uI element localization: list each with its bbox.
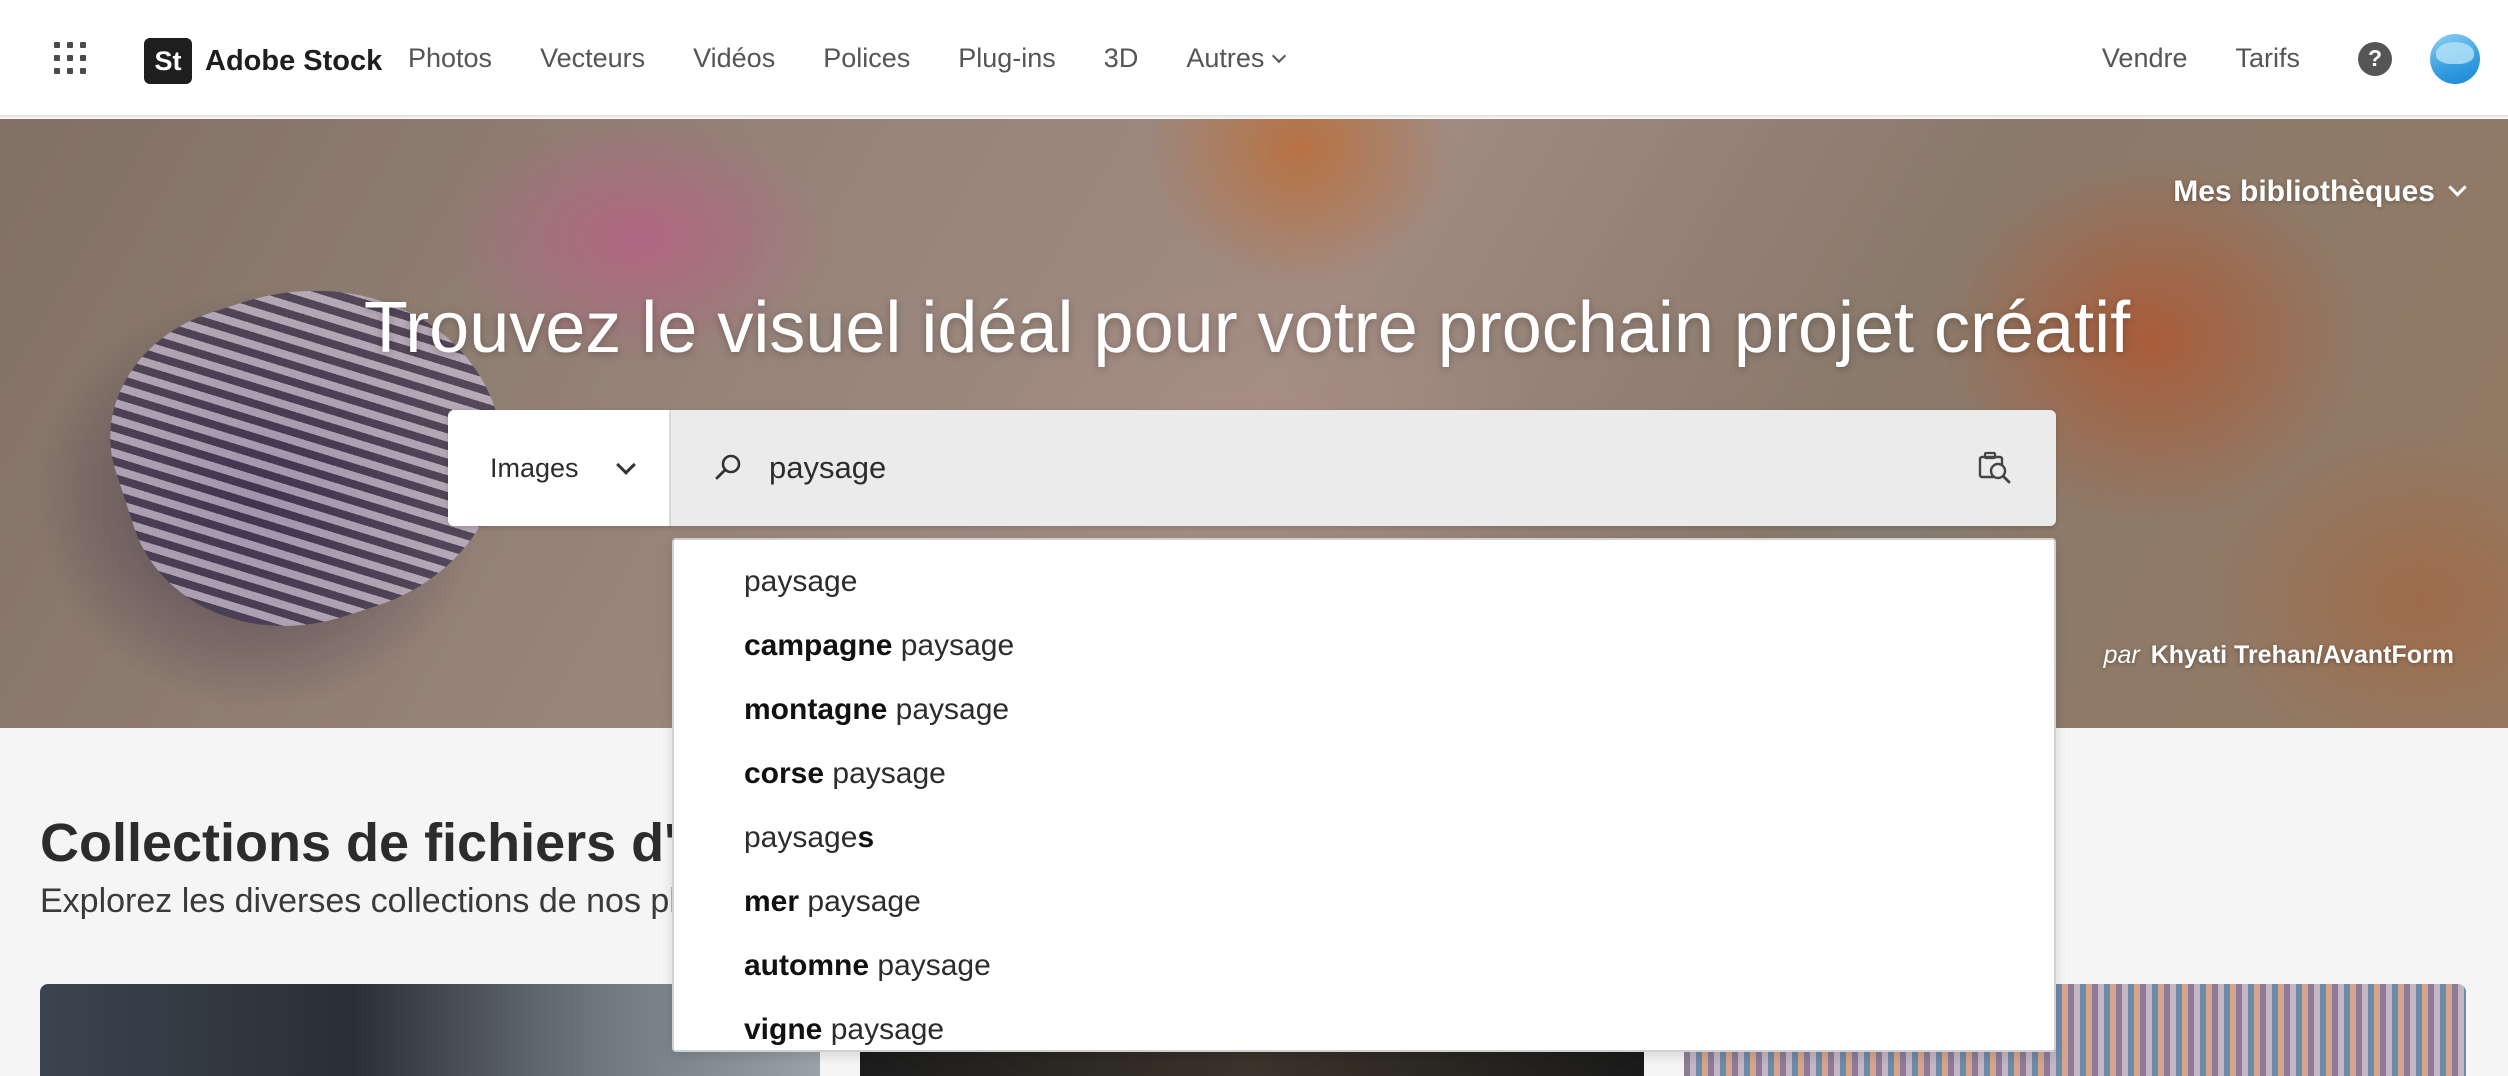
suggestion-bold: vigne <box>744 1013 823 1046</box>
app-switcher-icon[interactable] <box>54 42 86 74</box>
suggestion-item[interactable]: vigne paysage <box>674 998 2054 1062</box>
top-navigation-bar: St Adobe Stock Photos Vecteurs Vidéos Po… <box>0 0 2508 117</box>
suggestion-item[interactable]: automne paysage <box>674 934 2054 998</box>
asset-type-select[interactable]: Images <box>448 410 671 526</box>
adobe-stock-logo: St <box>144 38 192 84</box>
suggestion-item[interactable]: paysage <box>674 550 2054 614</box>
suggestion-text: paysage <box>869 949 991 982</box>
chevron-down-icon <box>1272 48 1287 64</box>
nav-fonts[interactable]: Polices <box>823 43 910 74</box>
suggestion-item[interactable]: paysage s <box>674 806 2054 870</box>
credit-author-link[interactable]: Khyati Trehan/AvantForm <box>2151 641 2454 669</box>
suggestion-text: paysage <box>892 629 1015 662</box>
suggestion-item[interactable]: mer paysage <box>674 870 2054 934</box>
nav-more-label: Autres <box>1186 43 1265 73</box>
suggestion-prefix: paysage <box>744 821 858 854</box>
nav-3d[interactable]: 3D <box>1104 43 1139 74</box>
chevron-down-icon <box>2448 177 2467 197</box>
brand-name: Adobe Stock <box>205 44 383 77</box>
brand-logo-link[interactable]: St Adobe Stock <box>144 38 382 84</box>
search-bar: Images <box>448 410 2056 526</box>
suggestion-bold: mer <box>744 885 800 918</box>
nav-right-group: Vendre Tarifs ? <box>2102 0 2508 117</box>
suggestion-bold: campagne <box>744 629 893 662</box>
collections-subtitle: Explorez les diverses collections de nos… <box>40 882 730 920</box>
chevron-down-icon <box>616 455 636 475</box>
suggestion-bold: corse <box>744 757 825 790</box>
hero-title-text: Trouvez le visuel idéal pour votre proch… <box>363 288 2131 368</box>
help-icon[interactable]: ? <box>2358 41 2392 76</box>
suggestion-bold: montagne <box>744 693 888 726</box>
nav-more-dropdown[interactable]: Autres <box>1186 43 1287 74</box>
nav-pricing[interactable]: Tarifs <box>2235 43 2300 74</box>
suggestion-bold: s <box>857 821 875 854</box>
search-suggestions-dropdown: paysage campagne paysage montagne paysag… <box>672 538 2056 1052</box>
nav-videos[interactable]: Vidéos <box>693 43 775 74</box>
search-icon <box>715 454 741 480</box>
suggestion-item[interactable]: corse paysage <box>674 742 2054 806</box>
suggestion-text: paysage <box>744 565 858 598</box>
search-input[interactable] <box>769 410 1969 526</box>
credit-prefix: par <box>2103 641 2140 669</box>
suggestion-item[interactable]: montagne paysage <box>674 678 2054 742</box>
suggestion-text: paysage <box>822 1013 945 1046</box>
nav-plugins[interactable]: Plug-ins <box>958 43 1056 74</box>
my-libraries-label: Mes bibliothèques <box>2173 175 2435 208</box>
visual-search-icon[interactable] <box>1974 448 2014 488</box>
user-avatar[interactable] <box>2430 33 2480 84</box>
suggestion-text: paysage <box>799 885 921 918</box>
asset-type-value: Images <box>490 452 579 483</box>
suggestion-bold: automne <box>744 949 870 982</box>
hero-title: Trouvez le visuel idéal pour votre proch… <box>0 287 2508 369</box>
main-nav: Photos Vecteurs Vidéos Polices Plug-ins … <box>408 0 1332 117</box>
suggestion-text: paysage <box>824 757 946 790</box>
suggestion-item[interactable]: campagne paysage <box>674 614 2054 678</box>
nav-photos[interactable]: Photos <box>408 43 492 74</box>
collections-title: Collections de fichiers d'exe <box>40 813 768 873</box>
nav-sell[interactable]: Vendre <box>2102 43 2188 74</box>
image-credit: par Khyati Trehan/AvantForm <box>2104 641 2454 670</box>
search-field <box>671 410 2056 526</box>
suggestion-text: paysage <box>887 693 1010 726</box>
my-libraries-button[interactable]: Mes bibliothèques <box>2173 175 2467 209</box>
nav-vectors[interactable]: Vecteurs <box>540 43 645 74</box>
